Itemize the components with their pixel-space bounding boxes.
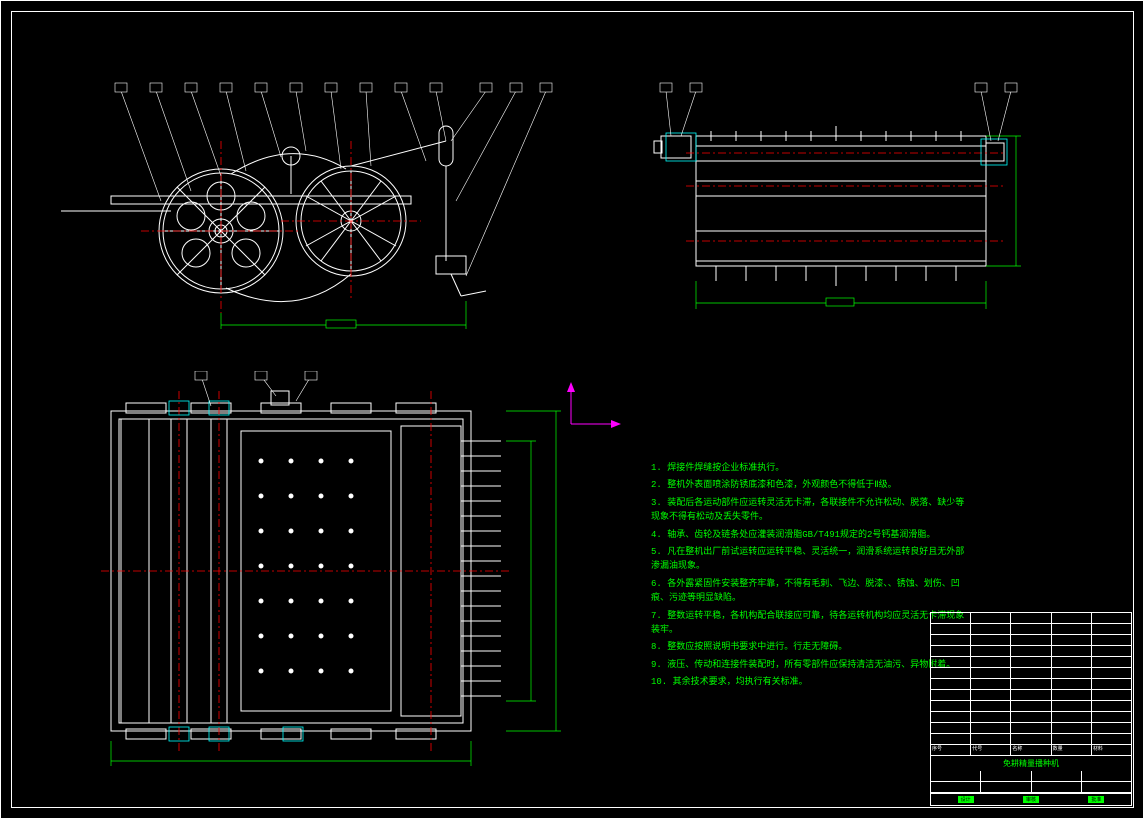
bom-col: 代号 — [971, 745, 1011, 755]
balloons-top-left — [115, 83, 552, 276]
bom-col: 序号 — [931, 745, 971, 755]
plan-view — [61, 371, 601, 771]
side-elevation-view — [31, 81, 591, 331]
note-line: 5. 凡在整机出厂前试运转应运转平稳、灵活统一，润滑系统运转良好且无外部渗漏油现… — [651, 545, 971, 574]
note-line: 4. 轴承、齿轮及链条处应灌装润滑脂GB/T491规定的2号钙基润滑脂。 — [651, 528, 971, 542]
technical-notes: 1. 焊接件焊缝按企业标准执行。 2. 整机外表面喷涂防锈底漆和色漆，外观颜色不… — [651, 461, 971, 692]
drawing-sheet: 1. 焊接件焊缝按企业标准执行。 2. 整机外表面喷涂防锈底漆和色漆，外观颜色不… — [0, 0, 1143, 819]
bom-col: 材料 — [1092, 745, 1131, 755]
drawing-title: 免耕精量播种机 — [931, 756, 1131, 771]
note-line: 2. 整机外表面喷涂防锈底漆和色漆，外观颜色不得低于Ⅱ级。 — [651, 478, 971, 492]
note-line: 9. 液压、传动和连接件装配时，所有零部件应保持清洁无油污、异物附着。 — [651, 658, 971, 672]
front-elevation-view — [626, 81, 1026, 321]
title-block: 序号 代号 名称 数量 材料 免耕精量播种机 设计 审核 批准 — [930, 612, 1132, 806]
note-line: 7. 整数运转平稳，各机构配合联接应可靠，待各运转机构均应灵活无卡滞现象装牢。 — [651, 609, 971, 638]
note-line: 1. 焊接件焊缝按企业标准执行。 — [651, 461, 971, 475]
bom-col: 数量 — [1052, 745, 1092, 755]
note-line: 3. 装配后各运动部件应运转灵活无卡滞，各联接件不允许松动、脱落、缺少等现象不得… — [651, 496, 971, 525]
title-footer: 设计 审核 批准 — [931, 793, 1131, 805]
axis-indicator — [561, 379, 631, 439]
bom-col: 名称 — [1011, 745, 1051, 755]
note-line: 8. 整数应按照说明书要求中进行。行走无障碍。 — [651, 640, 971, 654]
note-line: 6. 各外露紧固件安装整齐牢靠，不得有毛刺、飞边、脱漆、、锈蚀、划伤、凹痕、污迹… — [651, 577, 971, 606]
note-line: 10. 其余技术要求，均执行有关标准。 — [651, 675, 971, 689]
